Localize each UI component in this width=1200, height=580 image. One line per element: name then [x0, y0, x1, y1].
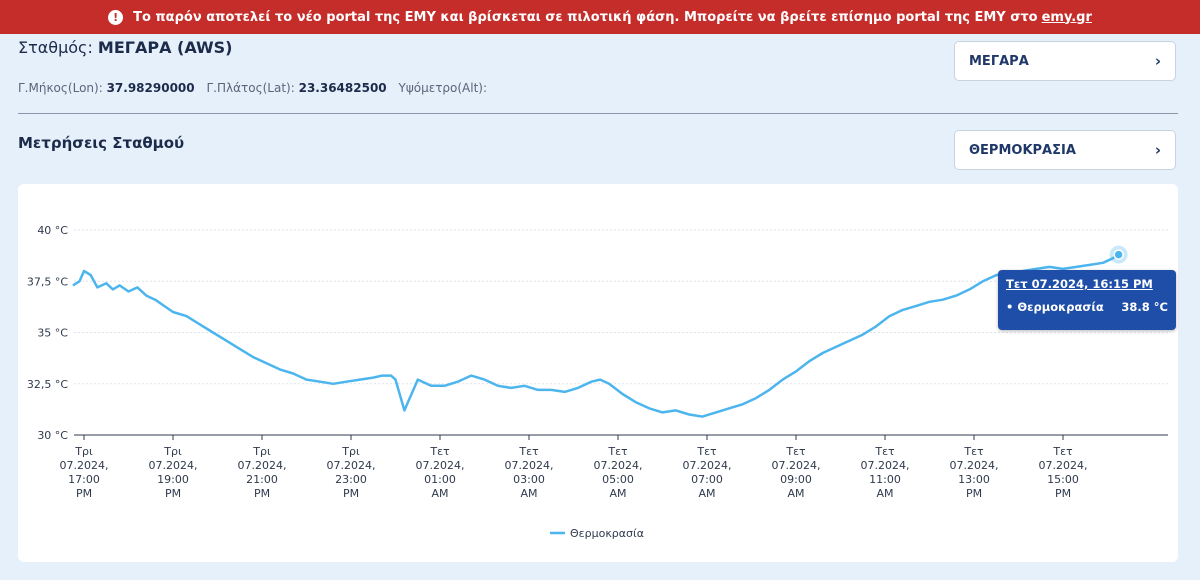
tooltip-date: Τετ 07.2024, 16:15 PM: [1006, 277, 1153, 291]
x-tick-label: Τετ 07.2024, 09:00 AM: [772, 445, 821, 500]
hover-point: [1113, 249, 1124, 260]
measurements-title: Μετρήσεις Σταθμού: [18, 134, 185, 152]
x-tick-label: Τετ 07.2024, 05:00 AM: [594, 445, 643, 500]
measurement-select-value: ΘΕΡΜΟΚΡΑΣΙΑ: [969, 142, 1076, 158]
x-tick-label: Τετ 07.2024, 07:00 AM: [683, 445, 732, 500]
station-coordinates: Γ.Μήκος(Lon): 37.98290000 Γ.Πλάτος(Lat):…: [18, 81, 487, 95]
y-tick-label: 40 °C: [37, 224, 68, 237]
chevron-right-icon: ›: [1154, 141, 1161, 159]
y-tick-label: 35 °C: [37, 327, 68, 340]
x-tick-label: Τρι 07.2024, 21:00 PM: [238, 445, 287, 500]
temperature-chart[interactable]: 30 °C 32,5 °C 35 °C 37,5 °C 40 °C Τρι 07.2024,…: [18, 184, 1178, 562]
station-label: Σταθμός:: [18, 38, 93, 57]
y-tick-label: 37,5 °C: [27, 275, 68, 288]
lon-label: Γ.Μήκος(Lon):: [18, 81, 103, 95]
pilot-banner: ! Το παρόν αποτελεί το νέο portal της ΕΜ…: [0, 0, 1200, 34]
chevron-right-icon: ›: [1154, 52, 1161, 70]
exclamation-icon: !: [108, 9, 124, 25]
lat-label: Γ.Πλάτος(Lat):: [206, 81, 295, 95]
tooltip-series: • Θερμοκρασία: [1006, 300, 1104, 314]
legend-label: Θερμοκρασία: [570, 527, 644, 540]
alt-label: Υψόμετρο(Alt):: [398, 81, 488, 95]
y-tick-label: 32,5 °C: [27, 378, 68, 391]
x-tick-label: Τετ 07.2024, 15:00 PM: [1039, 445, 1088, 500]
temperature-series-line: [72, 253, 1120, 418]
measurement-select[interactable]: ΘΕΡΜΟΚΡΑΣΙΑ ›: [954, 130, 1176, 170]
x-tick-label: Τετ 07.2024, 03:00 AM: [505, 445, 554, 500]
x-tick-label: Τετ 07.2024, 13:00 PM: [950, 445, 999, 500]
chart-tooltip: Τετ 07.2024, 16:15 PM • Θερμοκρασία 38.8…: [998, 270, 1176, 330]
x-tick-label: Τετ 07.2024, 01:00 AM: [416, 445, 465, 500]
x-tick-label: Τρι 07.2024, 17:00 PM: [60, 445, 109, 500]
station-name: ΜΕΓΑΡΑ (AWS): [97, 38, 233, 57]
station-select[interactable]: ΜΕΓΑΡΑ ›: [954, 41, 1176, 81]
station-heading: Σταθμός: ΜΕΓΑΡΑ (AWS): [18, 38, 233, 57]
x-tick-label: Τρι 07.2024, 23:00 PM: [327, 445, 376, 500]
emy-link[interactable]: emy.gr: [1042, 10, 1092, 25]
y-tick-label: 30 °C: [37, 429, 68, 442]
banner-text: Το παρόν αποτελεί το νέο portal της ΕΜΥ …: [133, 9, 1038, 25]
tooltip-row: • Θερμοκρασία 38.8 °C: [1006, 300, 1168, 314]
chart-card: 30 °C 32,5 °C 35 °C 37,5 °C 40 °C Τρι 07.2024,…: [18, 184, 1178, 562]
section-divider: [18, 113, 1178, 114]
x-tick-label: Τετ 07.2024, 11:00 AM: [861, 445, 910, 500]
lat-value: 23.36482500: [298, 81, 387, 95]
lon-value: 37.98290000: [106, 81, 195, 95]
station-select-value: ΜΕΓΑΡΑ: [969, 53, 1029, 69]
x-tick-label: Τρι 07.2024, 19:00 PM: [149, 445, 198, 500]
tooltip-value: 38.8 °C: [1121, 300, 1168, 314]
